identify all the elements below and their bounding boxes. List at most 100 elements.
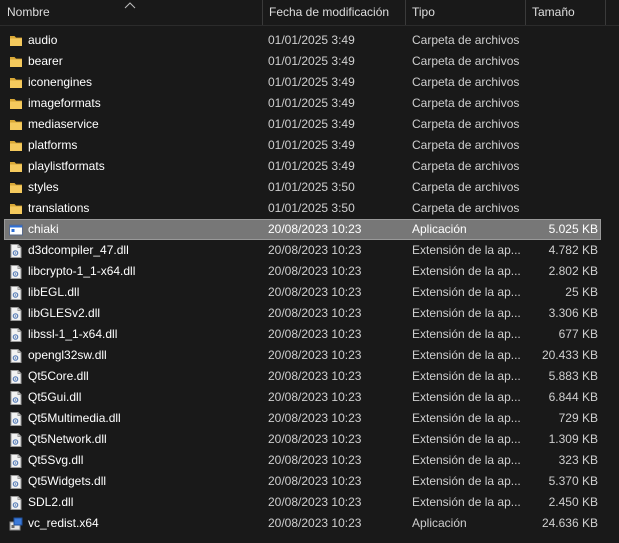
file-type: Carpeta de archivos (412, 180, 520, 194)
dll-file-icon (8, 369, 24, 385)
modified-date: 20/08/2023 10:23 (268, 369, 362, 383)
file-row-qt5core-dll[interactable]: Qt5Core.dll 20/08/2023 10:23 Extensión de … (0, 366, 619, 387)
file-name: audio (28, 33, 58, 47)
file-row-qt5gui-dll[interactable]: Qt5Gui.dll 20/08/2023 10:23 Extensión de l… (0, 387, 619, 408)
file-row-translations[interactable]: translations 01/01/2025 3:50 Carpeta de ar… (0, 198, 619, 219)
file-row-d3dcompiler-47-dll[interactable]: d3dcompiler_47.dll 20/08/2023 10:23 Extens… (0, 240, 619, 261)
file-row-libssl-1-1-x64-dll[interactable]: libssl-1_1-x64.dll 20/08/2023 10:23 Extens… (0, 324, 619, 345)
file-row-mediaservice[interactable]: mediaservice 01/01/2025 3:49 Carpeta de ar… (0, 114, 619, 135)
folder-icon (8, 180, 24, 196)
file-row-qt5network-dll[interactable]: Qt5Network.dll 20/08/2023 10:23 Extensión … (0, 429, 619, 450)
modified-date: 01/01/2025 3:49 (268, 33, 355, 47)
modified-date: 20/08/2023 10:23 (268, 390, 362, 404)
modified-date: 20/08/2023 10:23 (268, 285, 362, 299)
file-row-bearer[interactable]: bearer 01/01/2025 3:49 Carpeta de archivos (0, 51, 619, 72)
column-header-size[interactable]: Tamaño (526, 0, 606, 25)
folder-icon (8, 33, 24, 49)
column-header-name[interactable]: Nombre (0, 0, 263, 25)
file-type: Extensión de la ap... (412, 411, 520, 425)
dll-file-icon (8, 411, 24, 427)
file-row-libegl-dll[interactable]: libEGL.dll 20/08/2023 10:23 Extensión de l… (0, 282, 619, 303)
dll-file-icon (8, 390, 24, 406)
column-header-size-label: Tamaño (532, 5, 575, 19)
modified-date: 20/08/2023 10:23 (268, 516, 362, 530)
file-type: Extensión de la ap... (412, 243, 520, 257)
folder-icon (8, 54, 24, 70)
file-size: 729 KB (558, 411, 598, 425)
file-name: Qt5Multimedia.dll (28, 411, 121, 425)
file-type: Aplicación (412, 516, 467, 530)
file-explorer: Nombre Fecha de modificación Tipo Tamaño… (0, 0, 619, 543)
modified-date: 20/08/2023 10:23 (268, 243, 362, 257)
folder-icon (8, 117, 24, 133)
file-row-sdl2-dll[interactable]: SDL2.dll 20/08/2023 10:23 Extensión de la … (0, 492, 619, 513)
file-size: 677 KB (558, 327, 598, 341)
file-type: Carpeta de archivos (412, 75, 520, 89)
modified-date: 01/01/2025 3:49 (268, 159, 355, 173)
column-header-type[interactable]: Tipo (406, 0, 526, 25)
file-row-qt5multimedia-dll[interactable]: Qt5Multimedia.dll 20/08/2023 10:23 Extensi… (0, 408, 619, 429)
file-row-qt5widgets-dll[interactable]: Qt5Widgets.dll 20/08/2023 10:23 Extensión … (0, 471, 619, 492)
file-row-chiaki[interactable]: chiaki 20/08/2023 10:23 Aplicación 5.025 KB (0, 219, 619, 240)
file-row-opengl32sw-dll[interactable]: opengl32sw.dll 20/08/2023 10:23 Extensión … (0, 345, 619, 366)
file-row-styles[interactable]: styles 01/01/2025 3:50 Carpeta de archivos (0, 177, 619, 198)
file-row-vc-redist-x64[interactable]: vc_redist.x64 20/08/2023 10:23 Aplicación 2… (0, 513, 619, 534)
file-name: vc_redist.x64 (28, 516, 99, 530)
file-type: Carpeta de archivos (412, 159, 520, 173)
file-type: Extensión de la ap... (412, 285, 520, 299)
modified-date: 20/08/2023 10:23 (268, 327, 362, 341)
file-type: Extensión de la ap... (412, 327, 520, 341)
folder-icon (8, 75, 24, 91)
file-row-libcrypto-1-1-x64-dll[interactable]: libcrypto-1_1-x64.dll 20/08/2023 10:23 Ext… (0, 261, 619, 282)
dll-file-icon (8, 243, 24, 259)
file-size: 5.883 KB (548, 369, 598, 383)
file-type: Aplicación (412, 222, 467, 236)
folder-icon (8, 138, 24, 154)
dll-file-icon (8, 306, 24, 322)
file-type: Carpeta de archivos (412, 54, 520, 68)
file-name: libcrypto-1_1-x64.dll (28, 264, 136, 278)
dll-file-icon (8, 495, 24, 511)
modified-date: 01/01/2025 3:49 (268, 138, 355, 152)
file-size: 25 KB (565, 285, 598, 299)
file-name: Qt5Core.dll (28, 369, 89, 383)
file-row-playlistformats[interactable]: playlistformats 01/01/2025 3:49 Carpeta de… (0, 156, 619, 177)
file-size: 5.370 KB (548, 474, 598, 488)
file-type: Extensión de la ap... (412, 453, 520, 467)
file-name: iconengines (28, 75, 93, 89)
modified-date: 01/01/2025 3:49 (268, 96, 355, 110)
file-row-iconengines[interactable]: iconengines 01/01/2025 3:49 Carpeta de arc… (0, 72, 619, 93)
file-size: 323 KB (558, 453, 598, 467)
file-name: libssl-1_1-x64.dll (28, 327, 118, 341)
file-name: opengl32sw.dll (28, 348, 107, 362)
file-type: Extensión de la ap... (412, 369, 520, 383)
dll-file-icon (8, 348, 24, 364)
file-row-qt5svg-dll[interactable]: Qt5Svg.dll 20/08/2023 10:23 Extensión de l… (0, 450, 619, 471)
file-row-platforms[interactable]: platforms 01/01/2025 3:49 Carpeta de archi… (0, 135, 619, 156)
dll-file-icon (8, 264, 24, 280)
dll-file-icon (8, 327, 24, 343)
file-type: Extensión de la ap... (412, 474, 520, 488)
modified-date: 20/08/2023 10:23 (268, 432, 362, 446)
dll-file-icon (8, 432, 24, 448)
modified-date: 20/08/2023 10:23 (268, 495, 362, 509)
modified-date: 20/08/2023 10:23 (268, 411, 362, 425)
file-row-imageformats[interactable]: imageformats 01/01/2025 3:49 Carpeta de ar… (0, 93, 619, 114)
modified-date: 20/08/2023 10:23 (268, 264, 362, 278)
file-type: Carpeta de archivos (412, 138, 520, 152)
file-row-audio[interactable]: audio 01/01/2025 3:49 Carpeta de archivos (0, 30, 619, 51)
column-header-date[interactable]: Fecha de modificación (263, 0, 406, 25)
file-row-libglesv2-dll[interactable]: libGLESv2.dll 20/08/2023 10:23 Extensión d… (0, 303, 619, 324)
modified-date: 01/01/2025 3:49 (268, 117, 355, 131)
column-header-date-label: Fecha de modificación (269, 5, 390, 19)
modified-date: 20/08/2023 10:23 (268, 222, 362, 236)
file-name: styles (28, 180, 59, 194)
file-type: Carpeta de archivos (412, 201, 520, 215)
file-name: chiaki (28, 222, 59, 236)
file-size: 2.802 KB (548, 264, 598, 278)
file-size: 5.025 KB (548, 222, 598, 236)
file-list: audio 01/01/2025 3:49 Carpeta de archivos … (0, 30, 619, 534)
file-type: Extensión de la ap... (412, 495, 520, 509)
modified-date: 20/08/2023 10:23 (268, 453, 362, 467)
file-name: d3dcompiler_47.dll (28, 243, 129, 257)
